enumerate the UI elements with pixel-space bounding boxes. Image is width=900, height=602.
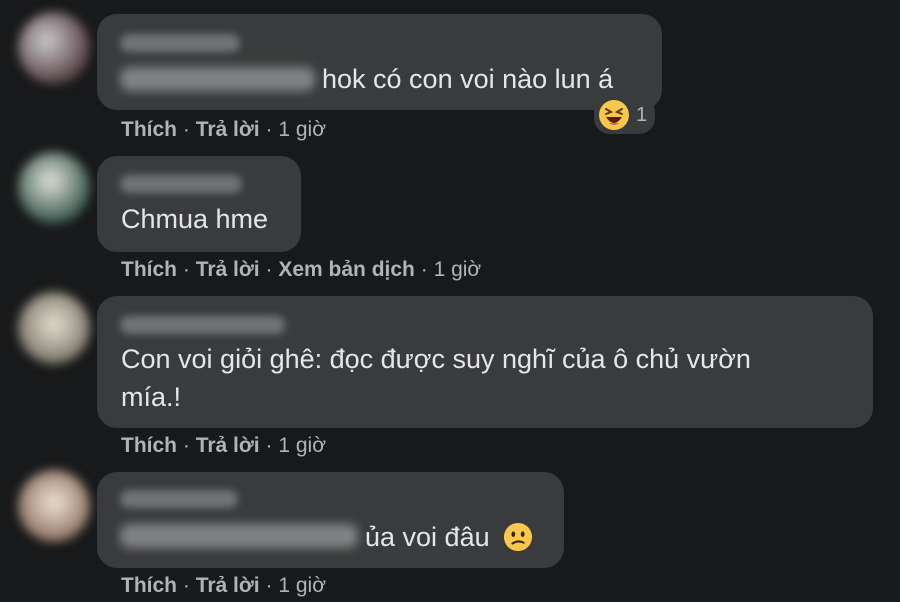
- comment-text-line-1: Con voi giỏi ghê: đọc được suy nghĩ của …: [121, 344, 751, 374]
- timestamp[interactable]: 1 giờ: [278, 434, 326, 457]
- blurred-author-name: [120, 490, 238, 508]
- timestamp[interactable]: 1 giờ: [278, 118, 326, 141]
- comment-text-body: ủa voi đâu: [365, 522, 490, 552]
- blurred-mention: [120, 67, 315, 91]
- like-link[interactable]: Thích: [121, 118, 177, 141]
- like-link[interactable]: Thích: [121, 574, 177, 597]
- reply-link[interactable]: Trả lời: [196, 434, 260, 457]
- comment-text: Chmua hme: [121, 204, 269, 234]
- timestamp[interactable]: 1 giờ: [278, 574, 326, 597]
- separator: ·: [265, 574, 273, 597]
- comment-actions: Thích · Trả lời · 1 giờ: [121, 434, 326, 458]
- comment-text: hok có con voi nào lun á: [322, 64, 614, 94]
- laughing-emoji-icon: [599, 100, 629, 130]
- avatar[interactable]: [18, 12, 90, 84]
- separator: ·: [265, 434, 273, 457]
- reply-link[interactable]: Trả lời: [196, 118, 260, 141]
- like-link[interactable]: Thích: [121, 258, 177, 281]
- avatar[interactable]: [18, 152, 90, 224]
- comment-actions: Thích · Trả lời · 1 giờ: [121, 118, 326, 142]
- reaction-count: 1: [636, 103, 648, 126]
- separator: ·: [182, 434, 190, 457]
- blurred-mention: [120, 524, 358, 548]
- separator: ·: [265, 118, 273, 141]
- reply-link[interactable]: Trả lời: [196, 574, 260, 597]
- comment-actions: Thích · Trả lời · Xem bản dịch · 1 giờ: [121, 258, 481, 282]
- comment-actions: Thích · Trả lời · 1 giờ: [121, 574, 326, 598]
- timestamp[interactable]: 1 giờ: [434, 258, 482, 281]
- blurred-author-name: [120, 175, 242, 193]
- separator: ·: [182, 258, 190, 281]
- comment-text-line-2: mía.!: [121, 382, 182, 412]
- separator: ·: [182, 118, 190, 141]
- avatar[interactable]: [18, 470, 90, 542]
- comment-text: ủa voi đâu: [365, 518, 533, 556]
- confused-emoji-icon: [504, 522, 533, 551]
- blurred-author-name: [120, 34, 240, 52]
- separator: ·: [182, 574, 190, 597]
- see-translation-link[interactable]: Xem bản dịch: [278, 258, 415, 281]
- separator: ·: [265, 258, 273, 281]
- reply-link[interactable]: Trả lời: [196, 258, 260, 281]
- separator: ·: [420, 258, 428, 281]
- avatar[interactable]: [18, 292, 90, 364]
- blurred-author-name: [120, 316, 285, 334]
- like-link[interactable]: Thích: [121, 434, 177, 457]
- reaction-badge[interactable]: 1: [594, 96, 656, 134]
